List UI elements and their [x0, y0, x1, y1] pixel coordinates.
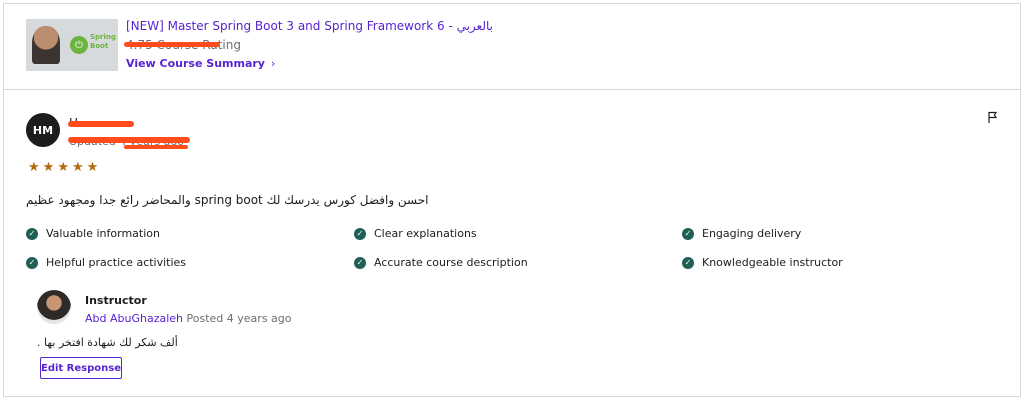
check-circle-icon: ✓	[354, 227, 366, 240]
flag-icon[interactable]	[986, 110, 1000, 124]
star-icon: ★	[86, 160, 99, 175]
chevron-right-icon: ›	[270, 57, 276, 70]
tag-item: ✓ Knowledgeable instructor	[682, 255, 1010, 270]
review-tags: ✓ Valuable information ✓ Clear explanation…	[26, 226, 1016, 270]
edit-response-button[interactable]: Edit Response	[40, 357, 122, 379]
check-circle-icon: ✓	[682, 227, 694, 240]
response-posted-date: Posted 4 years ago	[186, 312, 292, 325]
course-title[interactable]: [NEW] Master Spring Boot 3 and Spring Fr…	[126, 19, 493, 33]
spring-logo-text: Spring Boot	[90, 33, 116, 50]
tag-item: ✓ Clear explanations	[354, 226, 682, 241]
star-icon: ★	[42, 160, 55, 175]
view-summary-label: View Course Summary	[126, 57, 265, 70]
redaction-mark	[68, 137, 190, 143]
tag-label: Helpful practice activities	[46, 256, 187, 269]
instructor-label: Instructor	[85, 294, 147, 307]
instructor-name[interactable]: Abd AbuGhazaleh	[85, 312, 183, 325]
tag-label: Knowledgeable instructor	[702, 256, 843, 269]
view-course-summary-link[interactable]: View Course Summary ›	[126, 57, 275, 70]
check-circle-icon: ✓	[682, 256, 694, 269]
star-rating: ★ ★ ★ ★ ★	[28, 161, 98, 174]
star-icon: ★	[28, 160, 40, 175]
instructor-response: Instructor Abd AbuGhazaleh Posted 4 year…	[37, 290, 437, 380]
review-text: احسن وافضل كورس يدرسك لك spring boot وال…	[26, 193, 429, 207]
tag-label: Engaging delivery	[702, 227, 802, 240]
tag-label: Accurate course description	[374, 256, 528, 269]
check-circle-icon: ✓	[26, 256, 38, 269]
tag-label: Valuable information	[46, 227, 160, 240]
tag-item: ✓ Valuable information	[26, 226, 354, 241]
redaction-mark	[124, 42, 220, 47]
spring-logo-icon: ⏻	[70, 36, 88, 54]
tag-item: ✓ Accurate course description	[354, 255, 682, 270]
response-text: ألف شكر لك شهادة افتخر بها .	[37, 336, 178, 349]
course-thumbnail[interactable]: ⏻ Spring Boot	[26, 19, 118, 71]
course-header: ⏻ Spring Boot [NEW] Master Spring Boot 3…	[4, 4, 1020, 90]
redaction-mark	[124, 145, 188, 149]
redaction-mark	[68, 121, 134, 127]
review-card: ⏻ Spring Boot [NEW] Master Spring Boot 3…	[3, 3, 1021, 397]
instructor-meta: Abd AbuGhazaleh Posted 4 years ago	[85, 312, 292, 325]
instructor-avatar	[37, 290, 71, 324]
instructor-photo	[32, 26, 60, 64]
avatar: HM	[26, 113, 60, 147]
check-circle-icon: ✓	[26, 227, 38, 240]
tag-item: ✓ Engaging delivery	[682, 226, 1010, 241]
star-icon: ★	[71, 160, 84, 175]
tag-label: Clear explanations	[374, 227, 477, 240]
tag-item: ✓ Helpful practice activities	[26, 255, 354, 270]
check-circle-icon: ✓	[354, 256, 366, 269]
star-icon: ★	[57, 160, 69, 175]
